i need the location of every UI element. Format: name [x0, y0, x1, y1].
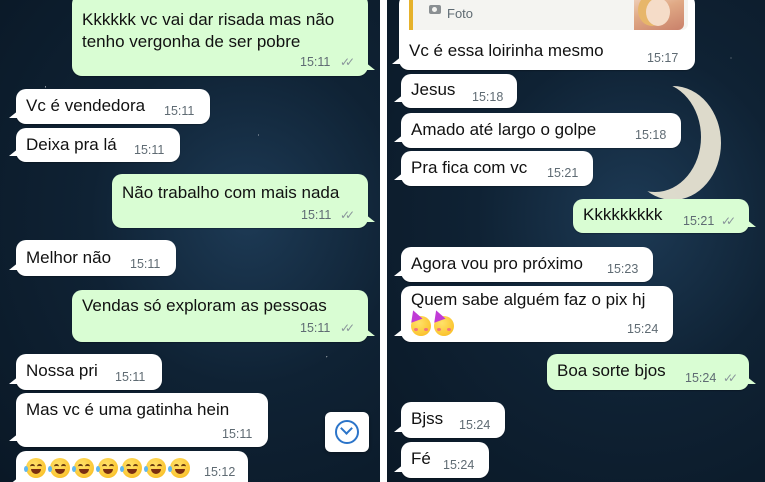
laughing-tears-emoji-icon: [24, 457, 46, 478]
message-text: Vc é vendedora: [26, 96, 146, 115]
message-time: 15:11: [222, 427, 253, 441]
laughing-tears-emoji-icon: [48, 457, 70, 478]
message-time: 15:24: [443, 458, 475, 472]
read-receipt-icon: ✓✓: [723, 371, 738, 385]
camera-icon: [429, 5, 441, 14]
message-time: 15:11: [301, 208, 332, 222]
message-text: Boa sorte bjos: [557, 361, 666, 380]
chat-panel-left[interactable]: Kkkkkk vc vai dar risada mas não tenho v…: [0, 0, 380, 482]
scroll-to-bottom-button[interactable]: [325, 412, 369, 452]
message-time: 15:24: [627, 322, 659, 336]
message-text: Bjss: [411, 409, 444, 428]
message-time: 15:17: [647, 51, 679, 65]
message-time: 15:21: [683, 214, 715, 228]
message-text: Vc é essa loirinha mesmo: [409, 41, 604, 60]
message-text: Amado até largo o golpe: [411, 120, 597, 139]
message-time: 15:24: [459, 418, 491, 432]
read-receipt-icon: ✓✓: [340, 208, 355, 222]
message-time: 15:23: [607, 262, 639, 276]
message-text: Não trabalho com mais nada: [122, 183, 340, 202]
read-receipt-icon: ✓✓: [340, 55, 355, 69]
message-text: tenho vergonha de ser pobre: [82, 32, 301, 51]
message-bubble-incoming-with-reply[interactable]: Foto Vc é essa loirinha mesmo 15:17: [392, 0, 695, 70]
message-time: 15:11: [134, 143, 165, 157]
message-bubble-outgoing[interactable]: Não trabalho com mais nada 15:11 ✓✓: [112, 174, 375, 228]
message-text: Pra fica com vc: [411, 158, 528, 177]
read-receipt-icon: ✓✓: [721, 214, 736, 228]
laughing-tears-emoji-icon: [144, 457, 166, 478]
message-time: 15:11: [164, 104, 195, 118]
message-text: Quem sabe alguém faz o pix hj: [411, 290, 646, 309]
message-time: 15:11: [300, 55, 331, 69]
message-bubble-incoming[interactable]: Nossa pri 15:11: [9, 354, 162, 390]
message-bubble-incoming[interactable]: Deixa pra lá 15:11: [9, 128, 180, 162]
message-text: Fé: [411, 449, 431, 468]
message-text: Agora vou pro próximo: [411, 254, 583, 273]
party-face-emoji-icon: [411, 315, 431, 336]
message-time: 15:24: [685, 371, 717, 385]
message-time: 15:11: [130, 257, 161, 271]
message-time: 15:11: [300, 321, 331, 335]
message-bubble-incoming[interactable]: Melhor não 15:11: [9, 240, 176, 276]
message-time: 15:18: [635, 128, 667, 142]
laughing-tears-emoji-icon: [168, 457, 190, 478]
message-text: Nossa pri: [26, 361, 98, 380]
laughing-tears-emoji-icon: [96, 457, 118, 478]
message-bubble-outgoing[interactable]: Vendas só exploram as pessoas 15:11 ✓✓: [72, 290, 375, 342]
message-bubble-incoming[interactable]: Jesus 15:18: [394, 74, 517, 108]
message-text: Melhor não: [26, 248, 112, 267]
emoji-row: [24, 456, 194, 478]
laughing-tears-emoji-icon: [120, 457, 142, 478]
message-time: 15:11: [115, 370, 146, 384]
message-text: Kkkkkk vc vai dar risada mas não: [82, 10, 335, 29]
message-text: Kkkkkkkkk: [583, 205, 663, 224]
message-text: Mas vc é uma gatinha hein: [26, 400, 230, 419]
message-bubble-incoming[interactable]: Fé 15:24: [394, 442, 489, 478]
message-bubble-incoming[interactable]: 15:12: [9, 451, 248, 482]
party-face-emoji-icon: [434, 315, 454, 336]
message-bubble-incoming[interactable]: Mas vc é uma gatinha hein 15:11: [9, 393, 268, 447]
message-bubble-incoming[interactable]: Pra fica com vc 15:21: [394, 151, 593, 186]
message-bubble-incoming[interactable]: Quem sabe alguém faz o pix hj 15:24: [394, 286, 673, 342]
photo-thumbnail: [634, 0, 684, 30]
message-text: Jesus: [411, 80, 456, 99]
message-text: Vendas só exploram as pessoas: [82, 296, 327, 315]
emoji-row: [411, 314, 457, 336]
laughing-tears-emoji-icon: [72, 457, 94, 478]
message-time: 15:18: [472, 90, 504, 104]
message-bubble-incoming[interactable]: Amado até largo o golpe 15:18: [394, 113, 681, 148]
message-bubble-outgoing[interactable]: Kkkkkk vc vai dar risada mas não tenho v…: [72, 0, 375, 76]
chat-panel-right[interactable]: Foto Vc é essa loirinha mesmo 15:17 Jesu…: [387, 0, 765, 482]
quoted-photo-reply[interactable]: Foto: [409, 0, 688, 30]
message-bubble-outgoing[interactable]: Kkkkkkkkk 15:21 ✓✓: [573, 199, 756, 233]
message-text: Deixa pra lá: [26, 135, 117, 154]
read-receipt-icon: ✓✓: [340, 321, 355, 335]
reply-label: Foto: [447, 6, 474, 21]
message-time: 15:21: [547, 166, 579, 180]
message-time: 15:12: [204, 465, 236, 479]
message-bubble-incoming[interactable]: Agora vou pro próximo 15:23: [394, 247, 653, 282]
message-bubble-incoming[interactable]: Vc é vendedora 15:11: [9, 89, 210, 124]
message-bubble-outgoing[interactable]: Boa sorte bjos 15:24 ✓✓: [547, 354, 756, 390]
message-bubble-incoming[interactable]: Bjss 15:24: [394, 402, 505, 438]
